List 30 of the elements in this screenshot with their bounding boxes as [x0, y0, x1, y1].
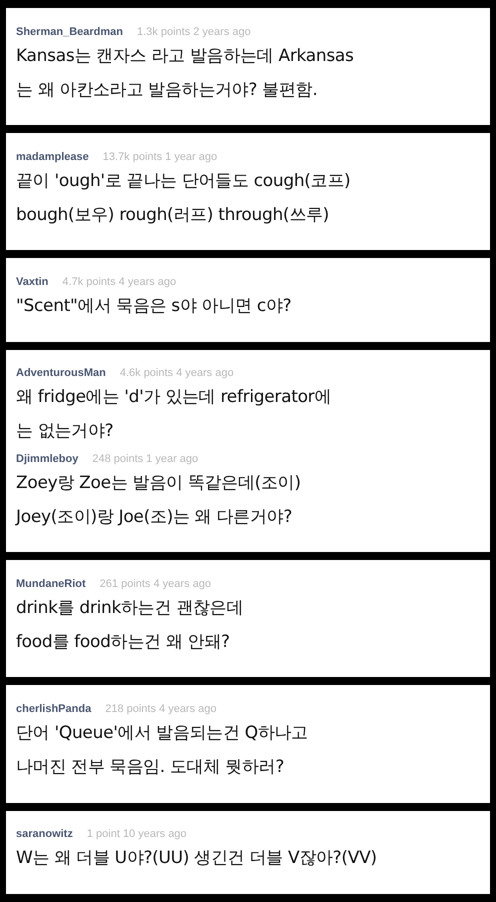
- username[interactable]: cherlishPanda: [16, 703, 92, 716]
- comment-text: 왜 fridge에는 'd'가 있는데 refrigerator에: [16, 386, 332, 410]
- comment-meta: 4.6k points 4 years ago: [120, 367, 234, 380]
- comment-text: bough(보우) rough(러프) through(쓰루): [16, 204, 330, 227]
- username[interactable]: saranowitz: [16, 828, 73, 840]
- comment-text: 나머진 전부 묵음임. 도대체 뭣하러?: [16, 756, 286, 780]
- comment-text: Kansas는 캔자스 라고 발음하는데 Arkansas: [16, 44, 355, 68]
- comment-meta: 1 point 10 years ago: [86, 828, 187, 840]
- comment-text: 단어 'Queue'에서 발음되는건 Q하나고: [16, 722, 309, 746]
- comment-text: 는 없는거야?: [16, 420, 114, 444]
- comment-text: 끝이 'ough'로 끝나는 단어들도 cough(코프): [16, 170, 352, 193]
- username[interactable]: AdventurousMan: [16, 367, 106, 380]
- username[interactable]: madamplease: [16, 150, 89, 163]
- comment-meta: 261 points 4 years ago: [100, 578, 211, 590]
- username[interactable]: Sherman_Beardman: [16, 26, 123, 38]
- comment-text: 는 왜 아칸소라고 발음하는거야? 불편함.: [16, 78, 318, 102]
- comment-meta: 1.3k points 2 years ago: [137, 26, 251, 38]
- comment-meta: 218 points 4 years ago: [105, 703, 217, 716]
- comment-text: Zoey랑 Zoe는 발음이 똑같은데(조이): [16, 472, 302, 495]
- username[interactable]: MundaneRiot: [16, 578, 86, 590]
- comment-text: Joey(조이)랑 Joe(조)는 왜 다른거야?: [16, 506, 294, 529]
- comment-meta: 248 points 1 year ago: [92, 452, 198, 465]
- username[interactable]: Vaxtin: [16, 276, 48, 288]
- comment-meta: 4.7k points 4 years ago: [62, 276, 176, 288]
- comment-text: drink를 drink하는건 괜찮은데: [16, 597, 244, 620]
- comment-meta: 13.7k points 1 year ago: [102, 150, 218, 163]
- comment-text: food를 food하는건 왜 안돼?: [16, 630, 231, 654]
- comment-text: "Scent"에서 묵음은 s야 아니면 c야?: [16, 295, 292, 318]
- comment-text: W는 왜 더블 U야?(UU) 생긴건 더블 V잖아?(VV): [16, 847, 378, 870]
- username[interactable]: Djimmleboy: [16, 452, 78, 465]
